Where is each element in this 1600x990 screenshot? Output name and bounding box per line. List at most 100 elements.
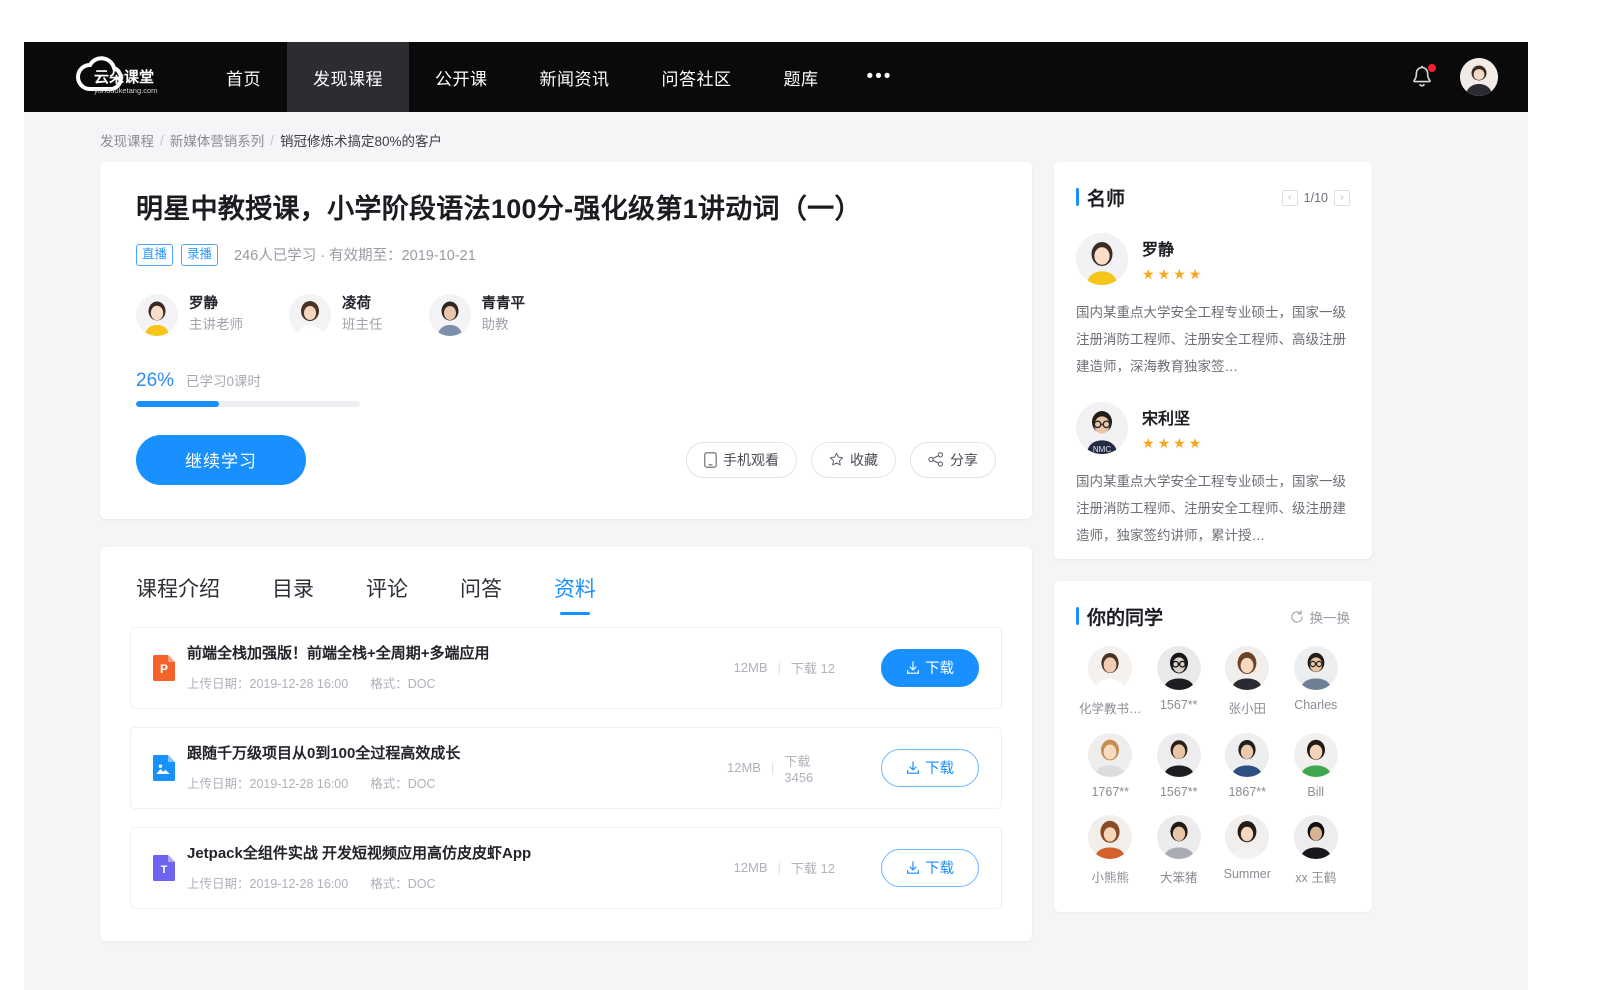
phone-icon: [704, 452, 717, 468]
progress-bar-fill: [136, 401, 219, 407]
list-item[interactable]: 张小田: [1213, 646, 1282, 717]
list-item[interactable]: xx 王鹤: [1282, 815, 1351, 886]
course-tabs: 课程介绍 目录 评论 问答 资料: [100, 547, 1032, 615]
list-item[interactable]: P 前端全栈加强版！前端全栈+全周期+多端应用 上传日期：2019-12-28 …: [130, 627, 1002, 709]
ppt-file-icon: P: [153, 655, 175, 681]
nav-item-qa-community[interactable]: 问答社区: [636, 42, 758, 112]
star-icon: ★: [1189, 435, 1202, 452]
star-icon: ★: [1142, 266, 1155, 283]
teacher-card[interactable]: NMC 宋利坚 ★ ★ ★ ★: [1076, 380, 1350, 549]
star-icon: ★: [1158, 435, 1171, 452]
course-actions: 继续学习 手机观看: [136, 435, 996, 485]
user-avatar[interactable]: [1460, 58, 1498, 96]
list-item[interactable]: 1567**: [1145, 733, 1214, 799]
star-icon: ★: [1173, 266, 1186, 283]
file-size: 12MB: [734, 860, 768, 875]
classmates-card: 你的同学 换一换 化学教书…: [1054, 581, 1372, 912]
course-detail-card: 课程介绍 目录 评论 问答 资料 P: [100, 547, 1032, 941]
breadcrumb-item-1[interactable]: 发现课程: [100, 130, 154, 150]
star-icon: ★: [1142, 435, 1155, 452]
avatar: [136, 294, 178, 336]
avatar-image: [429, 294, 471, 336]
more-label: •••: [867, 66, 893, 88]
refresh-classmates-button[interactable]: 换一换: [1290, 607, 1351, 627]
list-item[interactable]: 1567**: [1145, 646, 1214, 717]
download-button[interactable]: 下载: [881, 849, 979, 887]
list-item[interactable]: 小熊熊: [1076, 815, 1145, 886]
share-label: 分享: [950, 450, 978, 470]
list-item[interactable]: 1867**: [1213, 733, 1282, 799]
course-meta-row: 直播 录播 246人已学习 · 有效期至：2019-10-21: [136, 244, 996, 266]
classmate-name: xx 王鹤: [1295, 867, 1336, 886]
nav-item-home[interactable]: 首页: [200, 42, 287, 112]
download-button[interactable]: 下载: [881, 749, 979, 787]
avatar-image: [1157, 815, 1201, 859]
list-item[interactable]: 跟随千万级项目从0到100全过程高效成长 上传日期：2019-12-28 16:…: [130, 727, 1002, 809]
breadcrumb-item-2[interactable]: 新媒体营销系列: [170, 130, 265, 150]
nav-item-open-class[interactable]: 公开课: [409, 42, 514, 112]
tab-comments[interactable]: 评论: [366, 573, 408, 615]
file-stats: 12MB | 下载 3456: [727, 751, 835, 785]
list-item[interactable]: Bill: [1282, 733, 1351, 799]
file-texts: Jetpack全组件实战 开发短视频应用高仿皮皮虾App 上传日期：2019-1…: [187, 843, 727, 893]
mobile-watch-label: 手机观看: [723, 450, 779, 470]
avatar: [1225, 815, 1269, 859]
classmate-name: 1867**: [1228, 785, 1266, 799]
avatar-image: [1088, 733, 1132, 777]
list-item[interactable]: 化学教书…: [1076, 646, 1145, 717]
file-download-count: 下载 3456: [784, 751, 835, 785]
tab-qa[interactable]: 问答: [460, 573, 502, 615]
avatar-image: [1157, 733, 1201, 777]
file-upload-date: 上传日期：2019-12-28 16:00: [187, 873, 348, 892]
list-item[interactable]: Summer: [1213, 815, 1282, 886]
share-button[interactable]: 分享: [910, 442, 996, 478]
teacher-card[interactable]: 罗静 ★ ★ ★ ★ 国内某重点大学安全工程专业硕士，国家一级注册消防工程师、注…: [1076, 211, 1350, 380]
page-title: 明星中教授课，小学阶段语法100分-强化级第1讲动词（一）: [136, 192, 996, 227]
teacher-description: 国内某重点大学安全工程专业硕士，国家一级注册消防工程师、注册安全工程师、级注册建…: [1076, 468, 1350, 549]
teacher-name: 青青平: [482, 294, 526, 315]
file-size: 12MB: [727, 760, 761, 775]
rating-stars: ★ ★ ★ ★: [1142, 266, 1201, 283]
list-item[interactable]: 1767**: [1076, 733, 1145, 799]
notification-dot: [1428, 64, 1436, 72]
teacher-description: 国内某重点大学安全工程专业硕士，国家一级注册消防工程师、注册安全工程师、高级注册…: [1076, 299, 1350, 380]
download-button[interactable]: 下载: [881, 649, 979, 687]
image-file-icon: [153, 755, 175, 781]
avatar-image: [289, 294, 331, 336]
tab-catalog[interactable]: 目录: [272, 573, 314, 615]
nav-item-news[interactable]: 新闻资讯: [514, 42, 636, 112]
file-format: 格式：DOC: [370, 673, 435, 692]
bell-icon[interactable]: [1410, 64, 1434, 90]
favorite-button[interactable]: 收藏: [811, 442, 896, 478]
classmate-name: Summer: [1224, 867, 1271, 881]
avatar-image: [1294, 646, 1338, 690]
list-item[interactable]: 大笨猪: [1145, 815, 1214, 886]
nav-item-more[interactable]: •••: [845, 42, 915, 112]
progress-percent: 26%: [136, 370, 174, 392]
teacher-item[interactable]: 罗静 主讲老师: [136, 294, 243, 336]
famous-teachers-pager: ‹ 1/10 ›: [1282, 190, 1350, 206]
nav-item-question-bank[interactable]: 题库: [758, 42, 845, 112]
tab-course-intro[interactable]: 课程介绍: [136, 573, 220, 615]
avatar-image: NMC: [1076, 402, 1128, 454]
download-icon: [906, 761, 920, 775]
nav-item-discover-courses[interactable]: 发现课程: [287, 42, 409, 112]
teacher-item[interactable]: 凌荷 班主任: [289, 294, 383, 336]
file-upload-date: 上传日期：2019-12-28 16:00: [187, 673, 348, 692]
next-page-button[interactable]: ›: [1334, 190, 1350, 206]
classmate-name: 化学教书…: [1079, 698, 1142, 717]
avatar: [1294, 646, 1338, 690]
star-icon: ★: [1189, 266, 1202, 283]
list-item[interactable]: T Jetpack全组件实战 开发短视频应用高仿皮皮虾App 上传日期：2019…: [130, 827, 1002, 909]
continue-learning-button[interactable]: 继续学习: [136, 435, 306, 485]
course-meta-text: 246人已学习 · 有效期至：2019-10-21: [234, 244, 476, 265]
prev-page-button[interactable]: ‹: [1282, 190, 1298, 206]
avatar: [1088, 733, 1132, 777]
mobile-watch-button[interactable]: 手机观看: [686, 442, 797, 478]
teacher-role: 班主任: [342, 315, 383, 335]
teacher-item[interactable]: 青青平 助教: [429, 294, 526, 336]
list-item[interactable]: Charles: [1282, 646, 1351, 717]
site-logo[interactable]: 云朵课堂 yunduoketang.com: [24, 42, 200, 112]
avatar: [1157, 815, 1201, 859]
tab-materials[interactable]: 资料: [554, 573, 596, 615]
